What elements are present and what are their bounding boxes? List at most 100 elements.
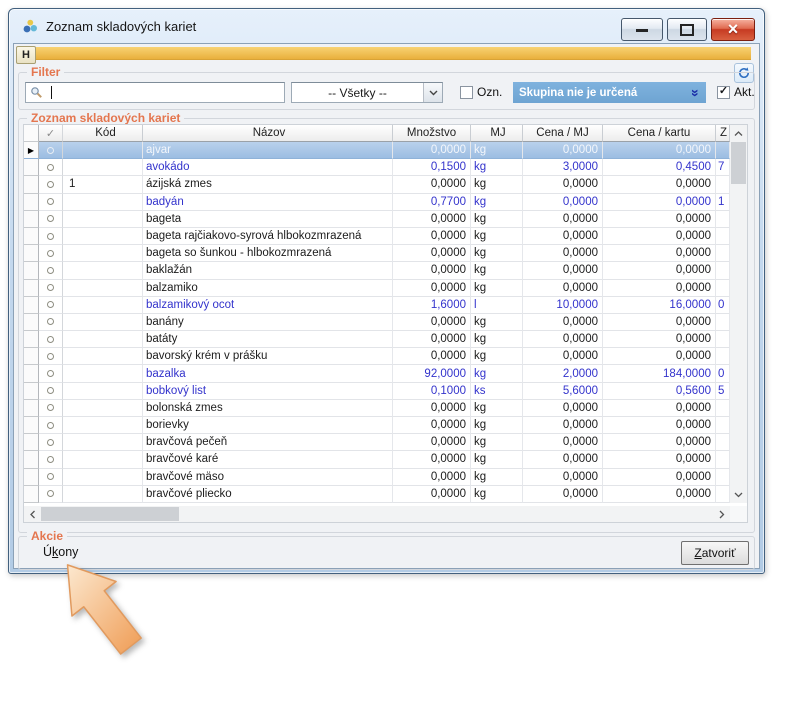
status-circle-icon bbox=[47, 198, 54, 205]
table-row[interactable]: borievky 0,0000 kg 0,0000 0,0000 bbox=[24, 417, 747, 434]
table-row[interactable]: balzamikový ocot 1,6000 l 10,0000 16,000… bbox=[24, 297, 747, 314]
table-row[interactable]: balzamiko 0,0000 kg 0,0000 0,0000 bbox=[24, 280, 747, 297]
cell-kod bbox=[63, 486, 143, 503]
table-row[interactable]: badyán 0,7700 kg 0,0000 0,0000 1 bbox=[24, 194, 747, 211]
cell-z: 0 bbox=[716, 297, 730, 314]
table-row[interactable]: bageta 0,0000 kg 0,0000 0,0000 bbox=[24, 211, 747, 228]
cell-cena-kartu: 0,0000 bbox=[603, 280, 716, 297]
header-kod[interactable]: Kód bbox=[63, 125, 143, 142]
row-status-cell bbox=[39, 434, 63, 451]
cell-mnozstvo: 0,0000 bbox=[393, 314, 471, 331]
table-row[interactable]: batáty 0,0000 kg 0,0000 0,0000 bbox=[24, 331, 747, 348]
filter-combobox[interactable]: -- Všetky -- bbox=[291, 82, 443, 103]
cell-mj: kg bbox=[471, 245, 523, 262]
cell-cena-kartu: 0,0000 bbox=[603, 142, 716, 159]
maximize-button[interactable] bbox=[667, 18, 707, 41]
cell-kod bbox=[63, 245, 143, 262]
row-indicator bbox=[24, 400, 39, 417]
table-row[interactable]: ▶ ajvar 0,0000 kg 0,0000 0,0000 bbox=[24, 142, 747, 159]
table-row[interactable]: bravčová pečeň 0,0000 kg 0,0000 0,0000 bbox=[24, 434, 747, 451]
cell-cena-kartu: 0,0000 bbox=[603, 331, 716, 348]
table-row[interactable]: bravčové pliecko 0,0000 kg 0,0000 0,0000 bbox=[24, 486, 747, 503]
row-indicator bbox=[24, 228, 39, 245]
cell-z bbox=[716, 348, 730, 365]
actions-group-label: Akcie bbox=[27, 529, 67, 544]
vertical-scrollbar[interactable] bbox=[730, 125, 747, 503]
cell-z bbox=[716, 314, 730, 331]
cell-cena-mj: 5,6000 bbox=[523, 383, 603, 400]
window-controls: × bbox=[621, 18, 755, 41]
row-status-cell bbox=[39, 417, 63, 434]
cell-mnozstvo: 92,0000 bbox=[393, 365, 471, 382]
combobox-dropdown-button[interactable] bbox=[423, 83, 442, 102]
header-check[interactable]: ✓ bbox=[39, 125, 63, 142]
scroll-right-button[interactable] bbox=[713, 506, 730, 522]
scroll-up-button[interactable] bbox=[730, 125, 747, 142]
double-chevron-icon: » bbox=[689, 89, 703, 97]
cell-kod bbox=[63, 159, 143, 176]
table-row[interactable]: bravčové karé 0,0000 kg 0,0000 0,0000 bbox=[24, 451, 747, 468]
table-row[interactable]: banány 0,0000 kg 0,0000 0,0000 bbox=[24, 314, 747, 331]
scroll-down-button[interactable] bbox=[730, 486, 747, 503]
maximize-icon bbox=[680, 24, 694, 36]
cell-nazov: bravčové pliecko bbox=[143, 486, 393, 503]
row-status-cell bbox=[39, 486, 63, 503]
table-row[interactable]: bazalka 92,0000 kg 2,0000 184,0000 0 bbox=[24, 365, 747, 382]
table-row[interactable]: bageta so šunkou - hlbokozmrazená 0,0000… bbox=[24, 245, 747, 262]
row-status-cell bbox=[39, 280, 63, 297]
row-status-cell bbox=[39, 331, 63, 348]
cell-mnozstvo: 0,0000 bbox=[393, 451, 471, 468]
cell-mj: kg bbox=[471, 451, 523, 468]
vertical-scroll-thumb[interactable] bbox=[731, 142, 746, 184]
table-row[interactable]: 1 ázijská zmes 0,0000 kg 0,0000 0,0000 bbox=[24, 176, 747, 193]
header-cena-kartu[interactable]: Cena / kartu bbox=[603, 125, 716, 142]
cell-nazov: baklažán bbox=[143, 262, 393, 279]
cell-nazov: bazalka bbox=[143, 365, 393, 382]
cell-mj: kg bbox=[471, 331, 523, 348]
header-mj[interactable]: MJ bbox=[471, 125, 523, 142]
cell-kod bbox=[63, 314, 143, 331]
horizontal-scroll-thumb[interactable] bbox=[41, 507, 179, 521]
cell-cena-kartu: 0,0000 bbox=[603, 451, 716, 468]
cell-z bbox=[716, 469, 730, 486]
titlebar[interactable]: Zoznam skladových kariet × bbox=[9, 9, 764, 43]
scroll-left-button[interactable] bbox=[24, 506, 41, 522]
table-row[interactable]: avokádo 0,1500 kg 3,0000 0,4500 7 bbox=[24, 159, 747, 176]
table-row[interactable]: bobkový list 0,1000 ks 5,6000 0,5600 5 bbox=[24, 383, 747, 400]
header-mnozstvo[interactable]: Množstvo bbox=[393, 125, 471, 142]
table-row[interactable]: bolonská zmes 0,0000 kg 0,0000 0,0000 bbox=[24, 400, 747, 417]
cell-z bbox=[716, 400, 730, 417]
minimize-button[interactable] bbox=[621, 18, 663, 41]
table-row[interactable]: bageta rajčiakovo-syrová hlbokozmrazená … bbox=[24, 228, 747, 245]
ozn-label: Ozn. bbox=[477, 85, 502, 99]
cell-nazov: batáty bbox=[143, 331, 393, 348]
header-nazov[interactable]: Názov bbox=[143, 125, 393, 142]
search-field[interactable] bbox=[25, 82, 285, 103]
table-row[interactable]: bravčové mäso 0,0000 kg 0,0000 0,0000 bbox=[24, 469, 747, 486]
cell-cena-mj: 0,0000 bbox=[523, 469, 603, 486]
cell-cena-kartu: 0,4500 bbox=[603, 159, 716, 176]
status-circle-icon bbox=[47, 353, 54, 360]
close-button[interactable]: × bbox=[711, 18, 755, 41]
app-icon bbox=[22, 18, 39, 34]
status-circle-icon bbox=[47, 387, 54, 394]
table-row[interactable]: bavorský krém v prášku 0,0000 kg 0,0000 … bbox=[24, 348, 747, 365]
header-cena-mj[interactable]: Cena / MJ bbox=[523, 125, 603, 142]
zatvorit-button[interactable]: Zatvoriť bbox=[681, 541, 749, 565]
cell-cena-mj: 0,0000 bbox=[523, 280, 603, 297]
akt-checkbox[interactable]: ✓ bbox=[717, 86, 730, 99]
table-row[interactable]: baklažán 0,0000 kg 0,0000 0,0000 bbox=[24, 262, 747, 279]
horizontal-scrollbar[interactable] bbox=[24, 506, 730, 522]
cell-cena-kartu: 0,0000 bbox=[603, 314, 716, 331]
cell-mnozstvo: 0,0000 bbox=[393, 348, 471, 365]
cell-mj: kg bbox=[471, 262, 523, 279]
row-indicator bbox=[24, 314, 39, 331]
cell-mj: kg bbox=[471, 365, 523, 382]
cell-kod bbox=[63, 194, 143, 211]
ozn-checkbox[interactable] bbox=[460, 86, 473, 99]
cell-z bbox=[716, 451, 730, 468]
stock-cards-group: Zoznam skladových kariet ✓ Kód Názov Mno… bbox=[18, 118, 755, 533]
h-button[interactable]: H bbox=[16, 46, 36, 64]
group-filter-chip[interactable]: Skupina nie je určená » bbox=[513, 82, 706, 103]
header-z[interactable]: Z bbox=[716, 125, 730, 142]
